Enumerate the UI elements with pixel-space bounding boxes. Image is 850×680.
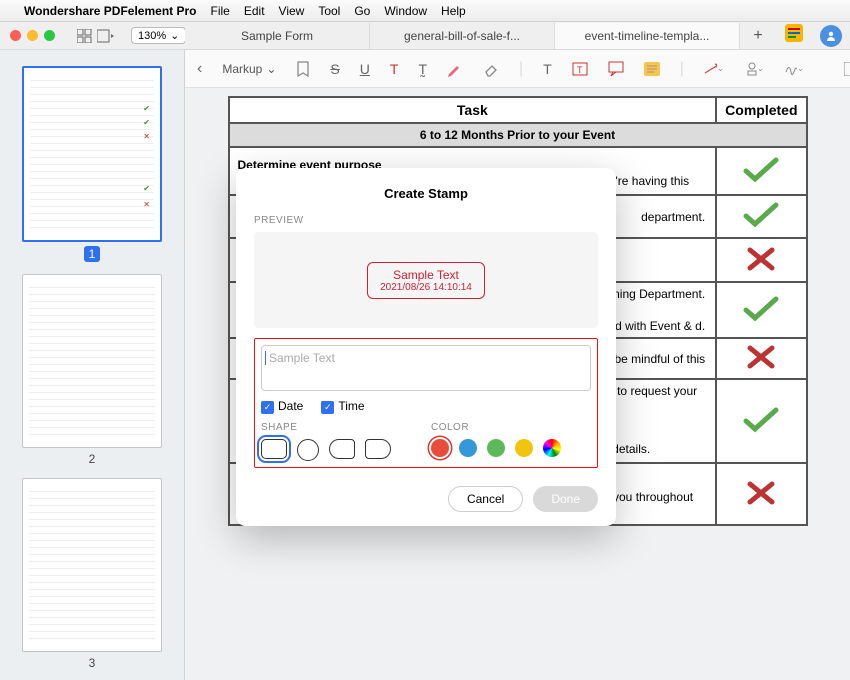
check-icon xyxy=(741,155,781,185)
stamp-tool-icon[interactable]: ⌄ xyxy=(744,59,764,79)
color-green[interactable] xyxy=(487,439,505,457)
menu-window[interactable]: Window xyxy=(384,4,427,18)
annotation-toolbar: ‹ Markup ⌄ S U T T̰ | T T | ⌄ ⌄ ⌄ xyxy=(185,50,850,88)
x-icon xyxy=(745,343,777,371)
stamp-preview: Sample Text 2021/08/26 14:10:14 xyxy=(254,232,598,328)
done-button[interactable]: Done xyxy=(533,486,598,512)
traffic-lights xyxy=(10,30,55,41)
chevron-down-icon: ⌄ xyxy=(170,29,179,42)
tab-event-timeline[interactable]: event-timeline-templa... xyxy=(555,23,740,49)
menu-help[interactable]: Help xyxy=(441,4,466,18)
markup-dropdown[interactable]: Markup ⌄ xyxy=(222,62,276,76)
menu-file[interactable]: File xyxy=(211,4,230,18)
page-number-3: 3 xyxy=(10,656,174,670)
squiggly-icon[interactable]: T̰ xyxy=(418,59,427,79)
check-icon: ✓ xyxy=(321,401,334,414)
shape-rounded-rect[interactable] xyxy=(261,439,287,459)
document-tabs: Sample Form general-bill-of-sale-f... ev… xyxy=(185,22,850,50)
create-stamp-dialog: Create Stamp PREVIEW Sample Text 2021/08… xyxy=(236,168,616,526)
chevron-down-icon: ⌄ xyxy=(266,62,276,76)
x-icon xyxy=(745,245,777,273)
pencil-icon[interactable] xyxy=(447,59,463,79)
menu-view[interactable]: View xyxy=(279,4,305,18)
underline-icon[interactable]: U xyxy=(360,59,370,79)
text-color-icon[interactable]: T xyxy=(390,59,399,79)
menu-tool[interactable]: Tool xyxy=(318,4,340,18)
check-icon xyxy=(741,405,781,435)
date-checkbox[interactable]: ✓Date xyxy=(261,399,303,414)
menu-go[interactable]: Go xyxy=(354,4,370,18)
add-tab-button[interactable]: + xyxy=(740,27,776,45)
cancel-button[interactable]: Cancel xyxy=(448,486,523,512)
page-number-1: 1 xyxy=(84,246,100,262)
page-thumbnail-1[interactable]: ✔ ✔ ✕ ✔ ✕ xyxy=(22,66,162,242)
callout-icon[interactable] xyxy=(608,59,624,79)
thumbnail-sidebar: ✔ ✔ ✕ ✔ ✕ 1 2 3 xyxy=(0,50,185,680)
stamp-text-input[interactable]: Sample Text xyxy=(261,345,591,391)
page-thumbnail-2[interactable] xyxy=(22,274,162,448)
page-thumbnail-3[interactable] xyxy=(22,478,162,652)
arrow-tool-icon[interactable]: ⌄ xyxy=(704,59,724,79)
shape-right-tag[interactable] xyxy=(365,439,391,459)
strikethrough-icon[interactable]: S xyxy=(330,59,339,79)
shape-label: SHAPE xyxy=(261,422,391,433)
stamp-text: Sample Text xyxy=(380,268,472,282)
x-icon xyxy=(745,479,777,507)
dialog-title: Create Stamp xyxy=(254,186,598,201)
tab-sample-form[interactable]: Sample Form xyxy=(185,23,370,49)
color-blue[interactable] xyxy=(459,439,477,457)
minimize-window-button[interactable] xyxy=(27,30,38,41)
stamp-sample: Sample Text 2021/08/26 14:10:14 xyxy=(367,262,485,299)
section-header: 6 to 12 Months Prior to your Event xyxy=(229,123,807,147)
user-avatar[interactable] xyxy=(820,25,842,47)
preview-label: PREVIEW xyxy=(254,215,598,226)
view-mode-toggle[interactable] xyxy=(77,29,115,43)
color-options xyxy=(431,439,561,457)
app-badge-icon[interactable] xyxy=(776,24,812,47)
shape-left-tag[interactable] xyxy=(329,439,355,459)
text-tool-icon[interactable]: T xyxy=(543,59,552,79)
stamp-datetime: 2021/08/26 14:10:14 xyxy=(380,282,472,293)
color-red[interactable] xyxy=(431,439,449,457)
completed-header: Completed xyxy=(716,97,806,123)
zoom-value: 130% xyxy=(138,30,166,42)
back-button[interactable]: ‹ xyxy=(197,59,202,79)
shape-circle[interactable] xyxy=(297,439,319,461)
check-icon xyxy=(741,294,781,324)
bookmark-icon[interactable] xyxy=(296,59,310,79)
status-cell xyxy=(716,147,806,195)
check-icon xyxy=(741,200,781,230)
eraser-icon[interactable] xyxy=(483,59,499,79)
color-yellow[interactable] xyxy=(515,439,533,457)
macos-menubar: Wondershare PDFelement Pro File Edit Vie… xyxy=(0,0,850,22)
check-icon: ✓ xyxy=(261,401,274,414)
note-icon[interactable] xyxy=(644,59,660,79)
signature-icon[interactable]: ⌄ xyxy=(784,59,804,79)
color-label: COLOR xyxy=(431,422,561,433)
time-checkbox[interactable]: ✓Time xyxy=(321,399,364,414)
zoom-select[interactable]: 130% ⌄ xyxy=(131,27,186,44)
app-name[interactable]: Wondershare PDFelement Pro xyxy=(24,4,197,18)
task-header: Task xyxy=(229,97,717,123)
panel-toggle-icon[interactable] xyxy=(844,59,850,79)
tab-bill-of-sale[interactable]: general-bill-of-sale-f... xyxy=(370,23,555,49)
svg-text:T: T xyxy=(577,65,583,75)
page-number-2: 2 xyxy=(10,452,174,466)
zoom-window-button[interactable] xyxy=(44,30,55,41)
menu-edit[interactable]: Edit xyxy=(244,4,265,18)
close-window-button[interactable] xyxy=(10,30,21,41)
highlighted-options: Sample Text ✓Date ✓Time SHAPE COLOR xyxy=(254,338,598,468)
shape-options xyxy=(261,439,391,461)
color-rainbow[interactable] xyxy=(543,439,561,457)
textbox-icon[interactable]: T xyxy=(572,59,588,79)
